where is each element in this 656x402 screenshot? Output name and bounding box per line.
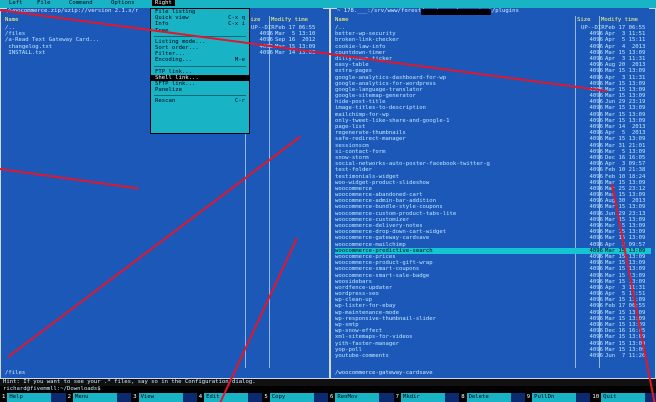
file-row[interactable]: youtube-comments 4096 Jun 7 11:26 [335,353,651,359]
redacted-hostname [421,9,491,15]
modify-time-column-header: Modify time [601,17,639,23]
fkey-number: 2 [65,393,73,402]
menu-item[interactable]: Rescan C-r [151,98,249,104]
file-size: 4096 [589,352,603,359]
hint-bar: Hint: If you want to see your .* files, … [0,379,656,386]
fkey-label: Quit [601,393,646,402]
menu-options[interactable]: Options [108,0,138,6]
file-size: 4096 [259,49,273,56]
menu-item-label: Encoding... [155,57,193,64]
fkey-label: Edit [204,393,249,402]
fkey-view[interactable]: 3 View [131,393,183,402]
command-line[interactable]: richard@fivemmll:~/Downloads$ [0,386,656,393]
fkey-menu[interactable]: 2 Menu [65,393,117,402]
fkey-number: 6 [328,393,336,402]
menu-right[interactable]: Right [152,0,175,7]
menu-item[interactable]: Encoding... M-e [151,57,249,63]
menu-item-hotkey: C-x i [228,21,245,28]
panel-status: /files [5,369,26,376]
menu-item-label: Panelize [155,87,182,94]
fkey-quit[interactable]: 10 Quit [590,393,646,402]
fkey-number: 8 [459,393,467,402]
menu-item[interactable]: Panelize [151,87,249,93]
right-menu-dropdown[interactable]: File listingQuick viewC-x qInfoC-x iTree… [150,8,250,134]
fkey-pulldn[interactable]: 9 PullDn [524,393,577,402]
fkey-label: RenMov [335,393,380,402]
fkey-number: 3 [131,393,139,402]
name-column-header: Name [5,17,19,23]
fkey-number: 4 [196,393,205,402]
menu-item-hotkey: M-e [234,57,245,64]
fkey-number: 7 [393,393,401,402]
fkey-mkdir[interactable]: 7 Mkdir [393,393,445,402]
name-column-header: Name [335,17,349,23]
menu-separator [154,65,246,67]
function-key-bar: 1 Help 2 Menu 3 View 4 Edit 5 Copy 6 RenMov 7 Mkdir 8 D… [0,393,656,402]
panel-status: /woocommerce-gateway-cardsave [335,369,433,376]
modify-time-column-header: Modify time [271,17,309,23]
fkey-label: Mkdir [400,393,445,402]
menu-separator [154,95,246,97]
menu-left[interactable]: Left [6,0,25,6]
menu-file[interactable]: File [34,0,53,6]
fkey-label: Delete [466,393,511,402]
size-column-header: Size [577,17,591,23]
fkey-number: 10 [590,393,602,402]
fkey-label: Copy [269,393,314,402]
fkey-number: 5 [262,393,270,402]
fkey-number: 9 [524,393,533,402]
file-name: youtube-comments [335,352,389,359]
menu-item-label: Rescan [155,98,176,105]
fkey-renmov[interactable]: 6 RenMov [328,393,380,402]
panel-title: ~ 178.___:/srv/www/forest/wordpress/wp-c… [337,8,649,15]
fkey-help[interactable]: 1 Help [0,393,52,402]
menu-command[interactable]: Command [66,0,96,6]
right-panel[interactable]: ~ 178.___:/srv/www/forest/wordpress/wp-c… [330,8,656,379]
menubar: Left File Command Options Right [0,0,656,8]
menu-item-hotkey: C-r [234,98,245,105]
fkey-label: Help [7,393,52,402]
fkey-label: PullDn [532,393,577,402]
fkey-label: Menu [72,393,117,402]
fkey-number: 1 [0,393,8,402]
fkey-label: View [138,393,183,402]
fkey-delete[interactable]: 8 Delete [459,393,511,402]
fkey-copy[interactable]: 5 Copy [262,393,314,402]
